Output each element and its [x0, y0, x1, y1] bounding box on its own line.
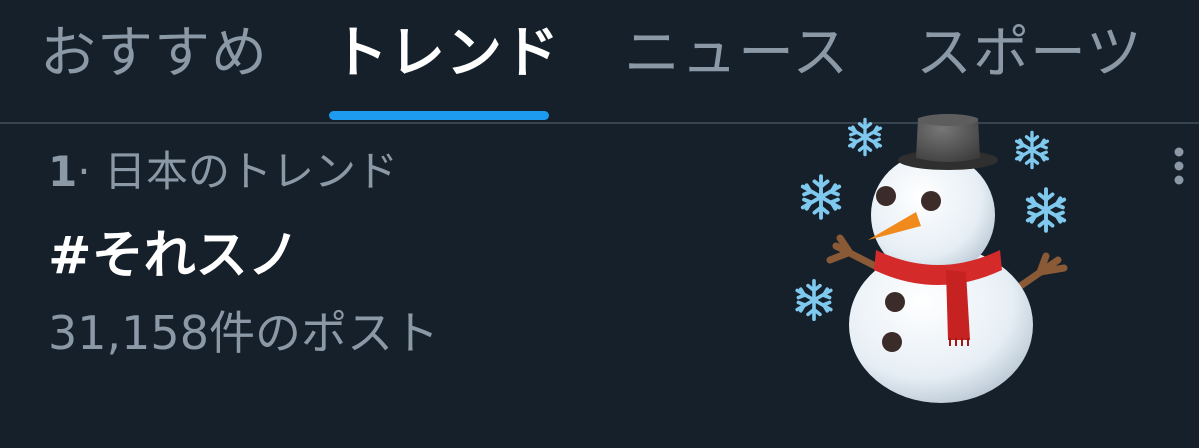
- trend-separator: ·: [77, 147, 91, 196]
- trend-rank: 1: [48, 147, 78, 196]
- more-vertical-icon[interactable]: [1164, 146, 1194, 186]
- trend-meta: 1· 日本のトレンド: [48, 144, 398, 200]
- trend-hashtag[interactable]: #それスノ: [48, 224, 300, 288]
- tab-bar: おすすめ トレンド ニュース スポーツ: [0, 0, 1199, 124]
- tab-sports[interactable]: スポーツ: [916, 18, 1143, 90]
- tab-news[interactable]: ニュース: [624, 18, 849, 90]
- snowman-icon: [795, 114, 1068, 403]
- tab-recommended[interactable]: おすすめ: [40, 18, 268, 90]
- tab-trending[interactable]: トレンド: [332, 18, 560, 90]
- active-tab-indicator: [329, 111, 549, 120]
- trend-post-count: 31,158件のポスト: [48, 306, 439, 360]
- trend-category: 日本のトレンド: [103, 147, 398, 196]
